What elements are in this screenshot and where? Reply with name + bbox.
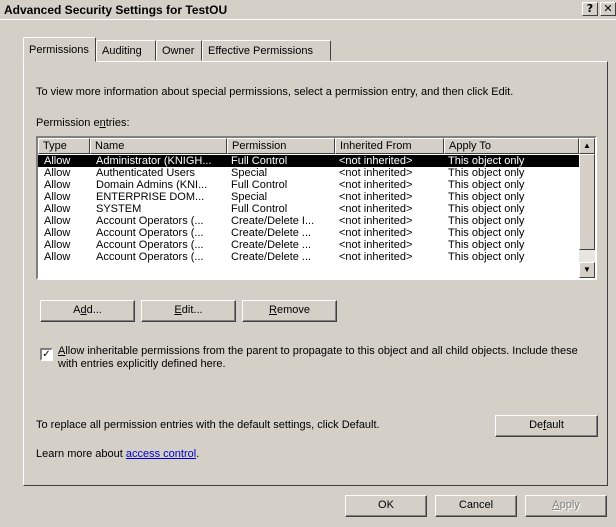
- cancel-button[interactable]: Cancel: [435, 495, 517, 517]
- access-control-link[interactable]: access control: [126, 448, 196, 460]
- row-name: SYSTEM: [96, 203, 142, 215]
- tab-effective-permissions[interactable]: Effective Permissions: [202, 40, 331, 61]
- row-name: Administrator (KNIGH...: [96, 155, 212, 167]
- permission-entries-label: Permission entries:: [36, 117, 130, 129]
- column-header-inherited-from[interactable]: Inherited From: [335, 138, 444, 154]
- scroll-thumb[interactable]: [579, 154, 595, 250]
- row-type: Allow: [44, 167, 71, 179]
- row-inherited-from: <not inherited>: [339, 227, 413, 239]
- row-permission: Full Control: [231, 179, 288, 191]
- column-header-type[interactable]: Type: [38, 138, 90, 154]
- row-name: Account Operators (...: [96, 239, 204, 251]
- row-permission: Full Control: [231, 203, 288, 215]
- learn-more-text: Learn more about access control.: [36, 448, 200, 460]
- row-apply-to: This object only: [448, 179, 525, 191]
- row-name: Account Operators (...: [96, 227, 204, 239]
- row-name: Account Operators (...: [96, 251, 204, 263]
- table-row[interactable]: Allow ENTERPRISE DOM... Special <not inheri…: [38, 191, 579, 203]
- row-inherited-from: <not inherited>: [339, 179, 413, 191]
- row-permission: Create/Delete I...: [231, 215, 315, 227]
- table-row[interactable]: Allow Account Operators (... Create/Delete…: [38, 227, 579, 239]
- row-apply-to: This object only: [448, 239, 525, 251]
- row-inherited-from: <not inherited>: [339, 155, 413, 167]
- row-inherited-from: <not inherited>: [339, 203, 413, 215]
- row-type: Allow: [44, 227, 71, 239]
- table-row[interactable]: Allow Account Operators (... Create/Delete…: [38, 251, 579, 263]
- row-apply-to: This object only: [448, 215, 525, 227]
- tab-owner[interactable]: Owner: [156, 40, 202, 61]
- row-inherited-from: <not inherited>: [339, 239, 413, 251]
- tab-auditing[interactable]: Auditing: [96, 40, 156, 61]
- column-header-name[interactable]: Name: [90, 138, 227, 154]
- remove-button[interactable]: Remove: [242, 300, 337, 322]
- row-apply-to: This object only: [448, 155, 525, 167]
- add-button[interactable]: Add...: [40, 300, 135, 322]
- tab-permissions[interactable]: Permissions: [23, 37, 96, 62]
- table-row[interactable]: Allow Administrator (KNIGH... Full Control…: [38, 155, 579, 167]
- info-text: To view more information about special p…: [36, 86, 514, 98]
- row-permission: Full Control: [231, 155, 288, 167]
- row-type: Allow: [44, 155, 71, 167]
- row-type: Allow: [44, 179, 71, 191]
- close-button[interactable]: ✕: [600, 2, 616, 16]
- scroll-down-button[interactable]: ▼: [579, 262, 595, 278]
- row-permission: Create/Delete ...: [231, 251, 312, 263]
- ok-button[interactable]: OK: [345, 495, 427, 517]
- row-inherited-from: <not inherited>: [339, 167, 413, 179]
- row-name: Authenticated Users: [96, 167, 196, 179]
- row-name: ENTERPRISE DOM...: [96, 191, 205, 203]
- row-apply-to: This object only: [448, 227, 525, 239]
- row-permission: Special: [231, 167, 268, 179]
- table-row[interactable]: Allow Domain Admins (KNI... Full Control <n…: [38, 179, 579, 191]
- row-apply-to: This object only: [448, 167, 525, 179]
- table-row[interactable]: Allow Account Operators (... Create/Delete…: [38, 215, 579, 227]
- row-type: Allow: [44, 191, 71, 203]
- inherit-permissions-label[interactable]: Allow inheritable permissions from the p…: [58, 345, 598, 371]
- permissions-panel: To view more information about special p…: [23, 61, 608, 486]
- row-apply-to: This object only: [448, 191, 525, 203]
- row-type: Allow: [44, 203, 71, 215]
- default-button[interactable]: Default: [495, 415, 598, 437]
- row-name: Domain Admins (KNI...: [96, 179, 208, 191]
- help-button[interactable]: ?: [582, 2, 598, 16]
- inherit-permissions-checkbox[interactable]: ✓: [40, 348, 53, 361]
- row-type: Allow: [44, 239, 71, 251]
- permission-entries-list[interactable]: Type Name Permission Inherited From Appl…: [36, 136, 597, 280]
- row-permission: Special: [231, 191, 268, 203]
- row-apply-to: This object only: [448, 203, 525, 215]
- default-settings-text: To replace all permission entries with t…: [36, 419, 380, 431]
- row-inherited-from: <not inherited>: [339, 251, 413, 263]
- column-header-apply-to[interactable]: Apply To: [444, 138, 579, 154]
- row-inherited-from: <not inherited>: [339, 191, 413, 203]
- column-header-permission[interactable]: Permission: [227, 138, 335, 154]
- row-name: Account Operators (...: [96, 215, 204, 227]
- table-row[interactable]: Allow SYSTEM Full Control <not inherited> Th…: [38, 203, 579, 215]
- vertical-scrollbar[interactable]: ▲ ▼: [579, 138, 595, 278]
- apply-button[interactable]: Apply: [525, 495, 607, 517]
- row-type: Allow: [44, 215, 71, 227]
- row-type: Allow: [44, 251, 71, 263]
- edit-button[interactable]: Edit...: [141, 300, 236, 322]
- row-permission: Create/Delete ...: [231, 239, 312, 251]
- title-bar[interactable]: Advanced Security Settings for TestOU ? …: [0, 0, 616, 20]
- advanced-security-settings-dialog: Advanced Security Settings for TestOU ? …: [0, 0, 616, 527]
- row-inherited-from: <not inherited>: [339, 215, 413, 227]
- table-row[interactable]: Allow Authenticated Users Special <not inhe…: [38, 167, 579, 179]
- table-row[interactable]: Allow Account Operators (... Create/Delete…: [38, 239, 579, 251]
- row-permission: Create/Delete ...: [231, 227, 312, 239]
- row-apply-to: This object only: [448, 251, 525, 263]
- window-title: Advanced Security Settings for TestOU: [4, 3, 228, 17]
- scroll-up-button[interactable]: ▲: [579, 138, 595, 154]
